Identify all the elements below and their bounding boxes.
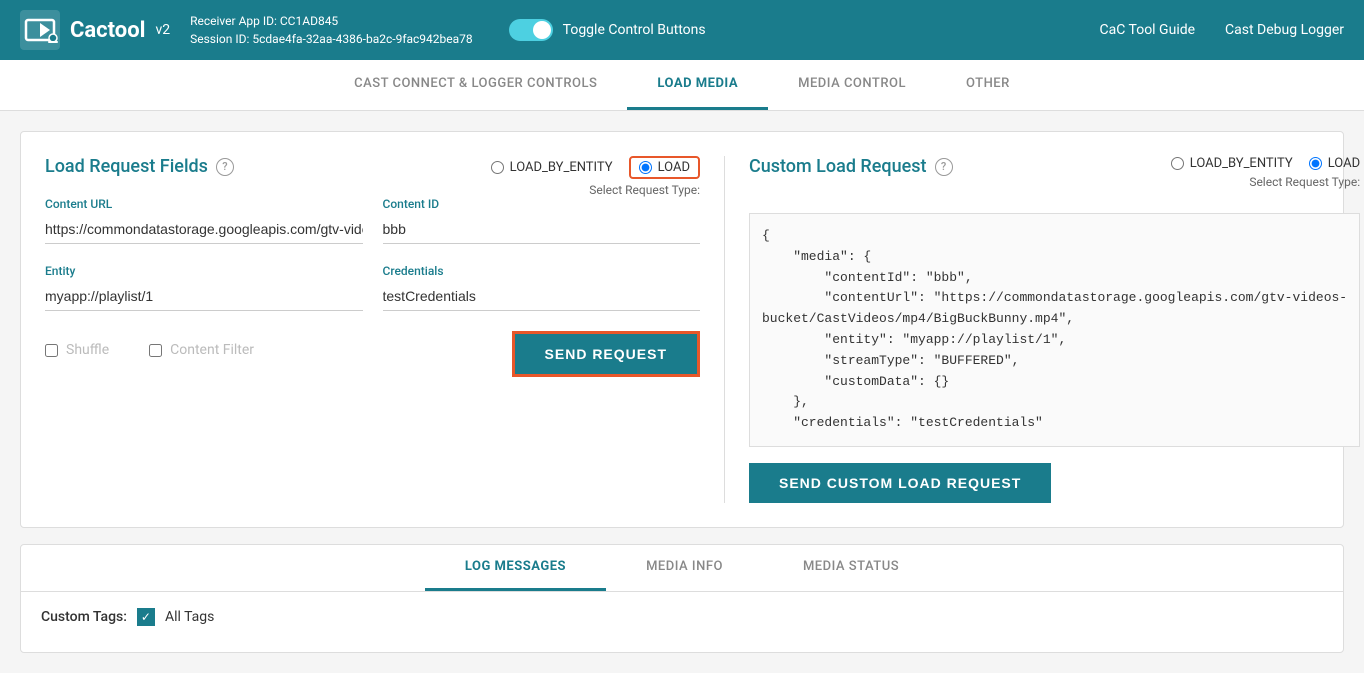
toggle-label: Toggle Control Buttons bbox=[563, 22, 706, 38]
logo-version: v2 bbox=[155, 22, 170, 38]
logo-icon bbox=[20, 10, 60, 50]
custom-load-title: Custom Load Request ? bbox=[749, 156, 953, 177]
custom-select-request-label: Select Request Type: bbox=[1249, 175, 1360, 189]
custom-load-help-icon[interactable]: ? bbox=[935, 158, 953, 176]
logo-text: Cactool bbox=[70, 18, 145, 43]
custom-radio-load[interactable]: LOAD bbox=[1309, 156, 1360, 171]
custom-radio-load-by-entity[interactable]: LOAD_BY_ENTITY bbox=[1171, 156, 1293, 171]
load-request-title: Load Request Fields ? bbox=[45, 156, 460, 177]
bottom-tabs: LOG MESSAGES MEDIA INFO MEDIA STATUS bbox=[21, 545, 1343, 592]
entity-field: Entity bbox=[45, 264, 363, 311]
shuffle-label: Shuffle bbox=[66, 342, 109, 358]
load-media-card: Load Request Fields ? LOAD_BY_ENTITY LOA… bbox=[20, 131, 1344, 528]
credentials-label: Credentials bbox=[383, 264, 701, 278]
tab-media-info[interactable]: MEDIA INFO bbox=[606, 545, 763, 591]
send-request-area: SEND REQUEST bbox=[512, 331, 700, 377]
content-filter-checkbox[interactable] bbox=[149, 344, 162, 357]
tab-media-control[interactable]: MEDIA CONTROL bbox=[768, 60, 936, 110]
content-id-input[interactable] bbox=[383, 215, 701, 244]
app-logo: Cactool v2 bbox=[20, 10, 170, 50]
request-type-radio-group: LOAD_BY_ENTITY LOAD bbox=[491, 156, 700, 179]
all-tags-checkbox[interactable] bbox=[137, 608, 155, 626]
header-links: CaC Tool Guide Cast Debug Logger bbox=[1100, 22, 1345, 38]
custom-load-request-panel: Custom Load Request ? LOAD_BY_ENTITY LOA… bbox=[725, 156, 1360, 503]
tab-load-media[interactable]: LOAD MEDIA bbox=[627, 60, 768, 110]
credentials-input[interactable] bbox=[383, 282, 701, 311]
toggle-control[interactable]: Toggle Control Buttons bbox=[509, 19, 706, 41]
radio-load-by-entity[interactable]: LOAD_BY_ENTITY bbox=[491, 160, 613, 175]
cast-debug-logger-link[interactable]: Cast Debug Logger bbox=[1225, 22, 1344, 38]
custom-request-type-radio-group: LOAD_BY_ENTITY LOAD bbox=[1171, 156, 1360, 171]
form-row-url-id: Content URL Content ID bbox=[45, 197, 700, 244]
right-panel-header: Custom Load Request ? LOAD_BY_ENTITY LOA… bbox=[749, 156, 1360, 197]
load-request-help-icon[interactable]: ? bbox=[216, 158, 234, 176]
select-request-type-label: Select Request Type: bbox=[589, 183, 700, 197]
json-editor[interactable]: { "media": { "contentId": "bbb", "conten… bbox=[749, 213, 1360, 447]
custom-tags-label: Custom Tags: bbox=[41, 609, 127, 625]
shuffle-checkbox-label[interactable]: Shuffle bbox=[45, 342, 109, 358]
content-id-field: Content ID bbox=[383, 197, 701, 244]
content-filter-checkbox-label[interactable]: Content Filter bbox=[149, 342, 254, 358]
tab-media-status[interactable]: MEDIA STATUS bbox=[763, 545, 939, 591]
load-request-container: Load Request Fields ? LOAD_BY_ENTITY LOA… bbox=[45, 156, 700, 197]
session-id: Session ID: 5cdae4fa-32aa-4386-ba2c-9fac… bbox=[190, 30, 473, 48]
radio-load-input[interactable] bbox=[639, 161, 652, 174]
toggle-switch[interactable] bbox=[509, 19, 553, 41]
app-info: Receiver App ID: CC1AD845 Session ID: 5c… bbox=[190, 12, 473, 48]
content-url-input[interactable] bbox=[45, 215, 363, 244]
custom-radio-load-input[interactable] bbox=[1309, 157, 1322, 170]
bottom-content: Custom Tags: All Tags bbox=[21, 592, 1343, 652]
tab-cast-connect[interactable]: CAST CONNECT & LOGGER CONTROLS bbox=[324, 60, 627, 110]
shuffle-checkbox[interactable] bbox=[45, 344, 58, 357]
entity-input[interactable] bbox=[45, 282, 363, 311]
send-custom-load-request-button[interactable]: SEND CUSTOM LOAD REQUEST bbox=[749, 463, 1051, 503]
load-request-panel: Load Request Fields ? LOAD_BY_ENTITY LOA… bbox=[45, 156, 725, 503]
content-url-field: Content URL bbox=[45, 197, 363, 244]
cac-tool-guide-link[interactable]: CaC Tool Guide bbox=[1100, 22, 1196, 38]
custom-radio-load-by-entity-input[interactable] bbox=[1171, 157, 1184, 170]
all-tags-label: All Tags bbox=[165, 609, 214, 625]
content-id-label: Content ID bbox=[383, 197, 701, 211]
radio-load[interactable]: LOAD bbox=[629, 156, 700, 179]
custom-tags-row: Custom Tags: All Tags bbox=[41, 608, 1323, 626]
app-header: Cactool v2 Receiver App ID: CC1AD845 Ses… bbox=[0, 0, 1364, 60]
credentials-field: Credentials bbox=[383, 264, 701, 311]
custom-request-type-selector: LOAD_BY_ENTITY LOAD Select Request Type: bbox=[1171, 156, 1360, 189]
tab-log-messages[interactable]: LOG MESSAGES bbox=[425, 545, 606, 591]
entity-label: Entity bbox=[45, 264, 363, 278]
radio-load-by-entity-input[interactable] bbox=[491, 161, 504, 174]
checkbox-row: Shuffle Content Filter bbox=[45, 342, 254, 358]
bottom-section: LOG MESSAGES MEDIA INFO MEDIA STATUS Cus… bbox=[20, 544, 1344, 653]
load-request-type-selector: LOAD_BY_ENTITY LOAD Select Request Type: bbox=[460, 156, 700, 197]
main-content: Load Request Fields ? LOAD_BY_ENTITY LOA… bbox=[0, 111, 1364, 673]
receiver-app-id: Receiver App ID: CC1AD845 bbox=[190, 12, 473, 30]
main-nav: CAST CONNECT & LOGGER CONTROLS LOAD MEDI… bbox=[0, 60, 1364, 111]
load-request-title-area: Load Request Fields ? bbox=[45, 156, 460, 197]
send-request-button[interactable]: SEND REQUEST bbox=[512, 331, 700, 377]
tab-other[interactable]: OTHER bbox=[936, 60, 1040, 110]
form-row-entity-credentials: Entity Credentials bbox=[45, 264, 700, 311]
content-url-label: Content URL bbox=[45, 197, 363, 211]
content-filter-label: Content Filter bbox=[170, 342, 254, 358]
